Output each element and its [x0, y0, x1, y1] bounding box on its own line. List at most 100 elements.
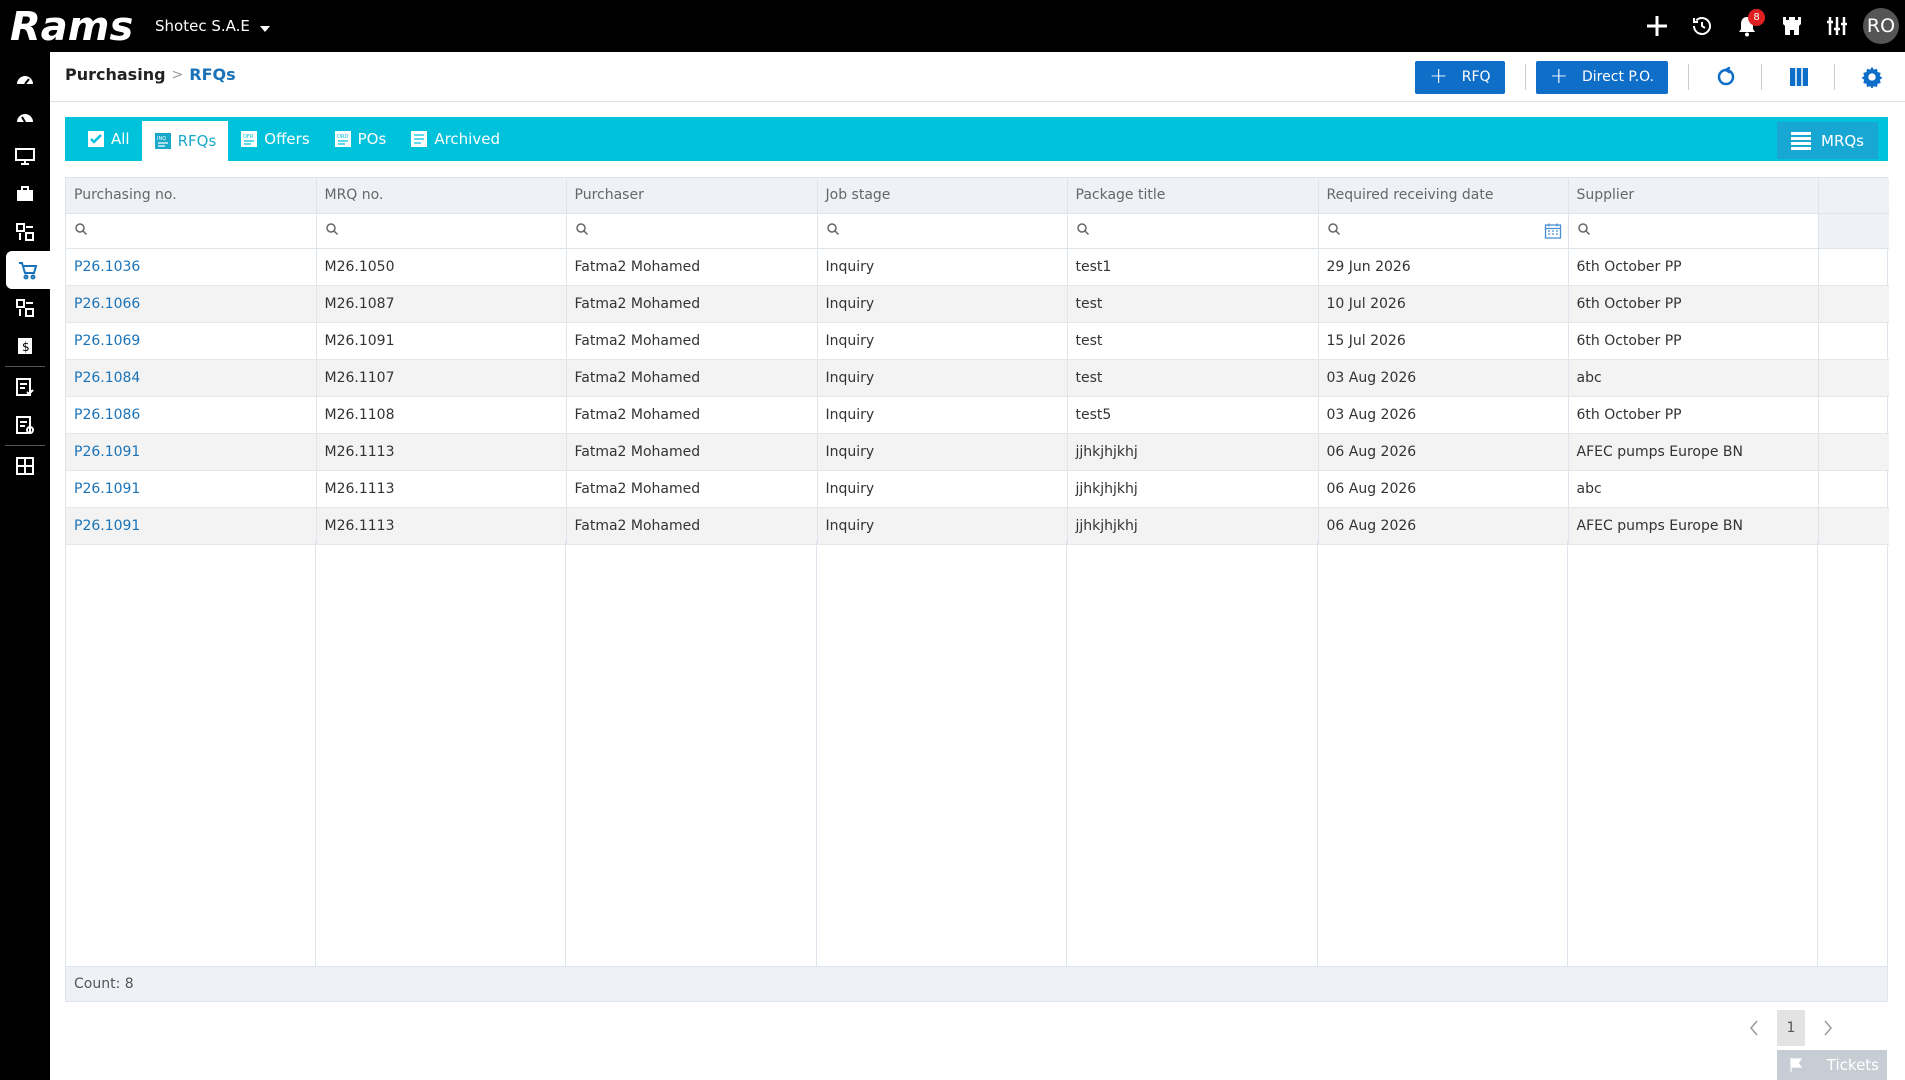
cell-purchasing-no[interactable]: P26.1091 [66, 433, 317, 471]
cell-required-receiving-date: 15 Jul 2026 [1318, 322, 1569, 360]
divider [1524, 64, 1526, 90]
mrqs-button[interactable]: MRQs [1777, 122, 1878, 159]
tab-archived[interactable]: Archived [398, 120, 512, 158]
filter-supplier[interactable] [1568, 212, 1819, 249]
sidebar-monitor-icon[interactable] [0, 137, 50, 175]
cell-purchasing-no[interactable]: P26.1069 [66, 322, 317, 360]
sidebar-modules-2-icon[interactable] [0, 289, 50, 327]
sidebar-widgets-icon[interactable] [0, 447, 50, 485]
breadcrumb-root[interactable]: Purchasing [65, 65, 166, 84]
cell-purchasing-no[interactable]: P26.1091 [66, 507, 317, 545]
settings-gear-icon[interactable] [1857, 62, 1887, 92]
col-header-supplier[interactable]: Supplier [1568, 178, 1819, 213]
divider [1761, 64, 1762, 90]
table-row[interactable]: P26.1091 M26.1113 Fatma2 Mohamed Inquiry jjh… [66, 470, 1889, 508]
col-header-required-receiving-date[interactable]: Required receiving date [1318, 178, 1569, 213]
tab-offers[interactable]: OFR Offers [228, 120, 321, 158]
cell-empty [1818, 507, 1889, 545]
filter-job-stage[interactable] [817, 212, 1068, 249]
cell-mrq-no: M26.1091 [316, 322, 567, 360]
tab-pos[interactable]: ORD POs [322, 120, 399, 158]
cell-empty [1818, 248, 1889, 286]
filter-mrq-no[interactable] [316, 212, 567, 249]
direct-po-button[interactable]: + Direct P.O. [1535, 60, 1668, 94]
flag-icon [1790, 1058, 1803, 1072]
tab-offers-label: Offers [264, 130, 310, 148]
table-row[interactable]: P26.1036 M26.1050 Fatma2 Mohamed Inquiry tes… [66, 248, 1889, 286]
filter-purchaser[interactable] [566, 212, 818, 249]
page-number[interactable]: 1 [1777, 1010, 1805, 1046]
cell-purchasing-no[interactable]: P26.1036 [66, 248, 317, 286]
sidebar-modules-icon[interactable] [0, 213, 50, 251]
sidebar-dashboard-2-icon[interactable] [0, 99, 50, 137]
prev-page-chevron-left-icon[interactable] [1747, 1018, 1761, 1038]
col-header-purchaser[interactable]: Purchaser [566, 178, 818, 213]
new-rfq-button[interactable]: + RFQ [1415, 60, 1505, 94]
col-header-purchasing-no[interactable]: Purchasing no. [66, 178, 317, 213]
direct-po-label: Direct P.O. [1582, 69, 1654, 85]
cell-package-title: test [1067, 285, 1319, 323]
tickets-button[interactable]: Tickets [1777, 1050, 1887, 1080]
tab-rfqs[interactable]: INQ RFQs [141, 121, 229, 161]
sidebar-purchasing-cart-icon[interactable] [6, 251, 50, 289]
calendar-icon[interactable] [1544, 222, 1562, 240]
rams-logo[interactable]: Rams [10, 4, 133, 50]
filter-row [66, 212, 1889, 249]
notifications-bell-icon[interactable]: 8 [1724, 0, 1769, 52]
cell-supplier: AFEC pumps Europe BN [1568, 433, 1819, 471]
sidebar-briefcase-icon[interactable] [0, 175, 50, 213]
cell-purchaser: Fatma2 Mohamed [566, 359, 818, 397]
sidebar-invoice-icon[interactable]: $ [0, 327, 50, 365]
filter-purchasing-no[interactable] [66, 212, 317, 249]
tab-pos-label: POs [357, 130, 387, 148]
cell-mrq-no: M26.1113 [316, 507, 567, 545]
tab-all[interactable]: All [75, 120, 142, 158]
cell-mrq-no: M26.1050 [316, 248, 567, 286]
company-selector[interactable]: Shotec S.A.E [155, 17, 270, 35]
table-row[interactable]: P26.1086 M26.1108 Fatma2 Mohamed Inquiry tes… [66, 396, 1889, 434]
cell-purchasing-no[interactable]: P26.1084 [66, 359, 317, 397]
col-header-job-stage[interactable]: Job stage [817, 178, 1068, 213]
cell-purchasing-no[interactable]: P26.1066 [66, 285, 317, 323]
cell-supplier: abc [1568, 359, 1819, 397]
filter-package-title[interactable] [1067, 212, 1319, 249]
columns-layout-icon[interactable] [1784, 62, 1814, 92]
history-icon[interactable] [1679, 0, 1724, 52]
cell-job-stage: Inquiry [817, 285, 1068, 323]
user-avatar[interactable]: RO [1863, 8, 1899, 44]
table-row[interactable]: P26.1091 M26.1113 Fatma2 Mohamed Inquiry jjh… [66, 507, 1889, 545]
cell-purchasing-no[interactable]: P26.1086 [66, 396, 317, 434]
table-row[interactable]: P26.1066 M26.1087 Fatma2 Mohamed Inquiry tes… [66, 285, 1889, 323]
refresh-icon[interactable] [1711, 62, 1741, 92]
next-page-chevron-right-icon[interactable] [1821, 1018, 1835, 1038]
cell-supplier: 6th October PP [1568, 396, 1819, 434]
pagination: 1 [1747, 1010, 1835, 1046]
castle-icon[interactable] [1769, 0, 1814, 52]
chevron-right-icon: > [171, 66, 184, 83]
cell-package-title: test [1067, 359, 1319, 397]
search-icon [1076, 222, 1089, 235]
col-header-package-title[interactable]: Package title [1067, 178, 1319, 213]
cell-supplier: abc [1568, 470, 1819, 508]
table-row[interactable]: P26.1091 M26.1113 Fatma2 Mohamed Inquiry jjh… [66, 433, 1889, 471]
cell-purchasing-no[interactable]: P26.1091 [66, 470, 317, 508]
header-row: Purchasing no. MRQ no. Purchaser Job sta… [66, 178, 1889, 213]
cell-required-receiving-date: 29 Jun 2026 [1318, 248, 1569, 286]
tab-bar: All INQ RFQs OFR Offers ORD POs Archived… [65, 117, 1888, 161]
cell-empty [1818, 322, 1889, 360]
sidebar-checklist-icon[interactable] [0, 368, 50, 406]
col-header-mrq-no[interactable]: MRQ no. [316, 178, 567, 213]
search-icon [75, 222, 88, 235]
table-row[interactable]: P26.1084 M26.1107 Fatma2 Mohamed Inquiry tes… [66, 359, 1889, 397]
add-icon[interactable] [1634, 0, 1679, 52]
table-row[interactable]: P26.1069 M26.1091 Fatma2 Mohamed Inquiry tes… [66, 322, 1889, 360]
svg-text:ORD: ORD [337, 134, 348, 140]
inq-doc-icon: INQ [154, 133, 171, 149]
filter-required-receiving-date[interactable] [1318, 212, 1569, 249]
sidebar-report-icon[interactable] [0, 406, 50, 444]
sidebar-dashboard-icon[interactable] [0, 61, 50, 99]
search-icon [826, 222, 839, 235]
cell-purchaser: Fatma2 Mohamed [566, 285, 818, 323]
sliders-icon[interactable] [1814, 0, 1859, 52]
tab-all-label: All [111, 130, 130, 148]
